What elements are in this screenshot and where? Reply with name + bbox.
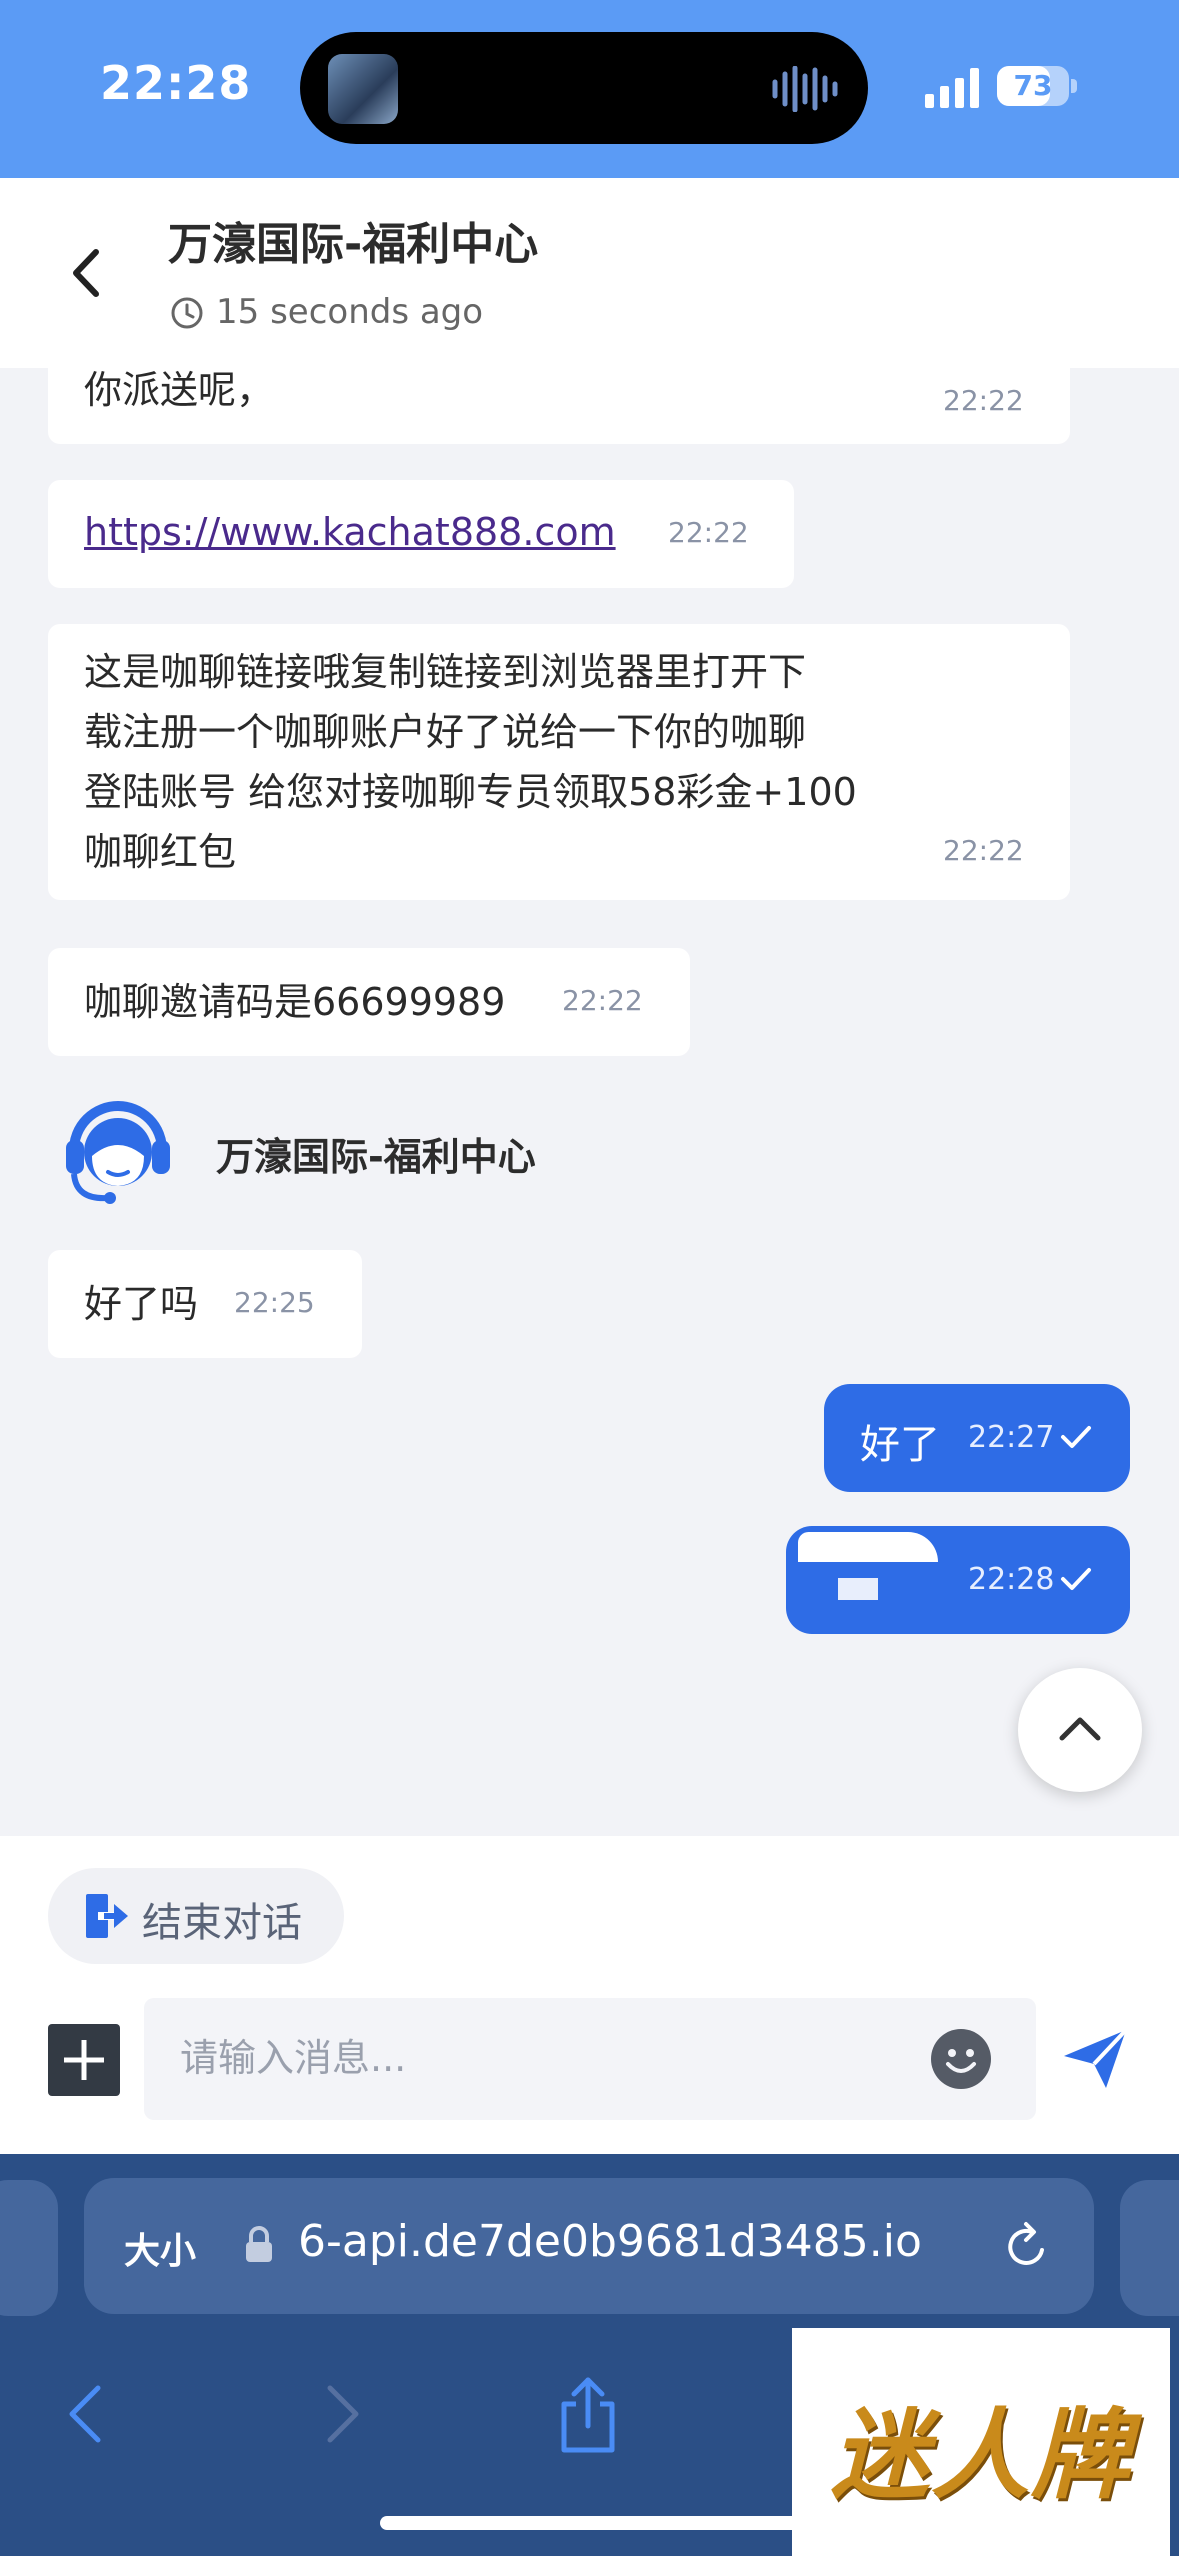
sent-message-time: 22:27 xyxy=(968,1420,1055,1455)
watermark-logo: 迷人牌 xyxy=(792,2328,1170,2556)
scroll-to-top-button[interactable] xyxy=(1018,1668,1142,1792)
add-attachment-button[interactable] xyxy=(48,2024,120,2096)
dynamic-island[interactable] xyxy=(300,32,868,144)
message-bubble: 你派送呢， 22:22 xyxy=(48,368,1070,444)
audio-waveform-icon xyxy=(772,66,838,112)
message-bubble: 这是咖聊链接哦复制链接到浏览器里打开下 载注册一个咖聊账户好了说给一下你的咖聊 … xyxy=(48,624,1070,900)
next-tab[interactable] xyxy=(1120,2180,1179,2316)
url-text: 6-api.de7de0b9681d3485.io xyxy=(298,2216,922,2267)
send-icon[interactable] xyxy=(1060,2026,1130,2092)
delivered-check-icon xyxy=(1061,1426,1091,1448)
message-bubble: 好了吗 22:25 xyxy=(48,1250,362,1358)
status-bar: 22:28 73 xyxy=(0,0,1179,178)
message-composer: 结束对话 xyxy=(0,1836,1179,2154)
message-time: 22:25 xyxy=(234,1286,315,1319)
sent-message-bubble: 好了 22:27 xyxy=(824,1384,1130,1492)
message-time: 22:22 xyxy=(943,834,1024,867)
message-bubble: 咖聊邀请码是66699989 22:22 xyxy=(48,948,690,1056)
plus-icon xyxy=(64,2040,104,2080)
emoji-icon[interactable] xyxy=(930,2028,992,2090)
address-bar[interactable]: 大小 6-api.de7de0b9681d3485.io xyxy=(84,2178,1094,2314)
last-seen-status: 15 seconds ago xyxy=(216,292,484,332)
status-time: 22:28 xyxy=(100,56,252,110)
sent-message-bubble: 22:28 xyxy=(786,1526,1130,1634)
clock-icon xyxy=(171,297,203,329)
message-input-wrapper xyxy=(144,1998,1036,2120)
agent-name: 万濠国际-福利中心 xyxy=(216,1135,536,1179)
battery-nub xyxy=(1071,79,1077,93)
back-arrow-icon[interactable] xyxy=(58,238,118,308)
home-indicator[interactable] xyxy=(380,2516,800,2530)
chat-title: 万濠国际-福利中心 xyxy=(168,219,539,270)
message-text: 咖聊邀请码是66699989 xyxy=(84,980,506,1024)
message-bubble: https://www.kachat888.com 22:22 xyxy=(48,480,794,588)
sent-message-text: 好了 xyxy=(860,1422,940,1468)
watermark-text: 迷人牌 xyxy=(830,2399,1131,2513)
chevron-up-icon xyxy=(1059,1717,1101,1741)
message-time: 22:22 xyxy=(943,384,1024,417)
delivered-check-icon xyxy=(1061,1568,1091,1590)
headset-agent-icon xyxy=(66,1101,170,1204)
battery-icon: 73 xyxy=(997,66,1069,106)
reload-icon[interactable] xyxy=(1002,2220,1052,2272)
cellular-signal-icon xyxy=(925,68,979,108)
lock-icon xyxy=(246,2226,272,2262)
exit-icon xyxy=(86,1894,128,1938)
browser-back-icon[interactable] xyxy=(64,2382,108,2446)
share-icon[interactable] xyxy=(556,2376,620,2454)
message-text: 这是咖聊链接哦复制链接到浏览器里打开下 载注册一个咖聊账户好了说给一下你的咖聊 … xyxy=(84,650,857,874)
chat-header: 万濠国际-福利中心 15 seconds ago xyxy=(0,178,1179,368)
message-text: 好了吗 xyxy=(84,1282,199,1326)
end-chat-button[interactable]: 结束对话 xyxy=(48,1868,344,1964)
message-time: 22:22 xyxy=(562,984,643,1017)
message-time: 22:22 xyxy=(668,516,749,549)
chat-messages[interactable]: 你派送呢， 22:22 https://www.kachat888.com 22… xyxy=(0,368,1179,1836)
end-chat-label: 结束对话 xyxy=(142,1900,302,1946)
sent-message-time: 22:28 xyxy=(968,1562,1055,1597)
message-input[interactable] xyxy=(180,2028,940,2088)
redacted-patch xyxy=(798,1532,938,1562)
now-playing-thumbnail xyxy=(328,54,398,124)
battery-percentage: 73 xyxy=(1013,69,1053,102)
browser-forward-icon[interactable] xyxy=(320,2382,364,2446)
message-link[interactable]: https://www.kachat888.com xyxy=(84,502,616,562)
redacted-content xyxy=(838,1578,878,1600)
message-text: 你派送呢， xyxy=(84,368,275,412)
previous-tab[interactable] xyxy=(0,2180,58,2316)
page-settings-button[interactable]: 大小 xyxy=(124,2222,196,2274)
